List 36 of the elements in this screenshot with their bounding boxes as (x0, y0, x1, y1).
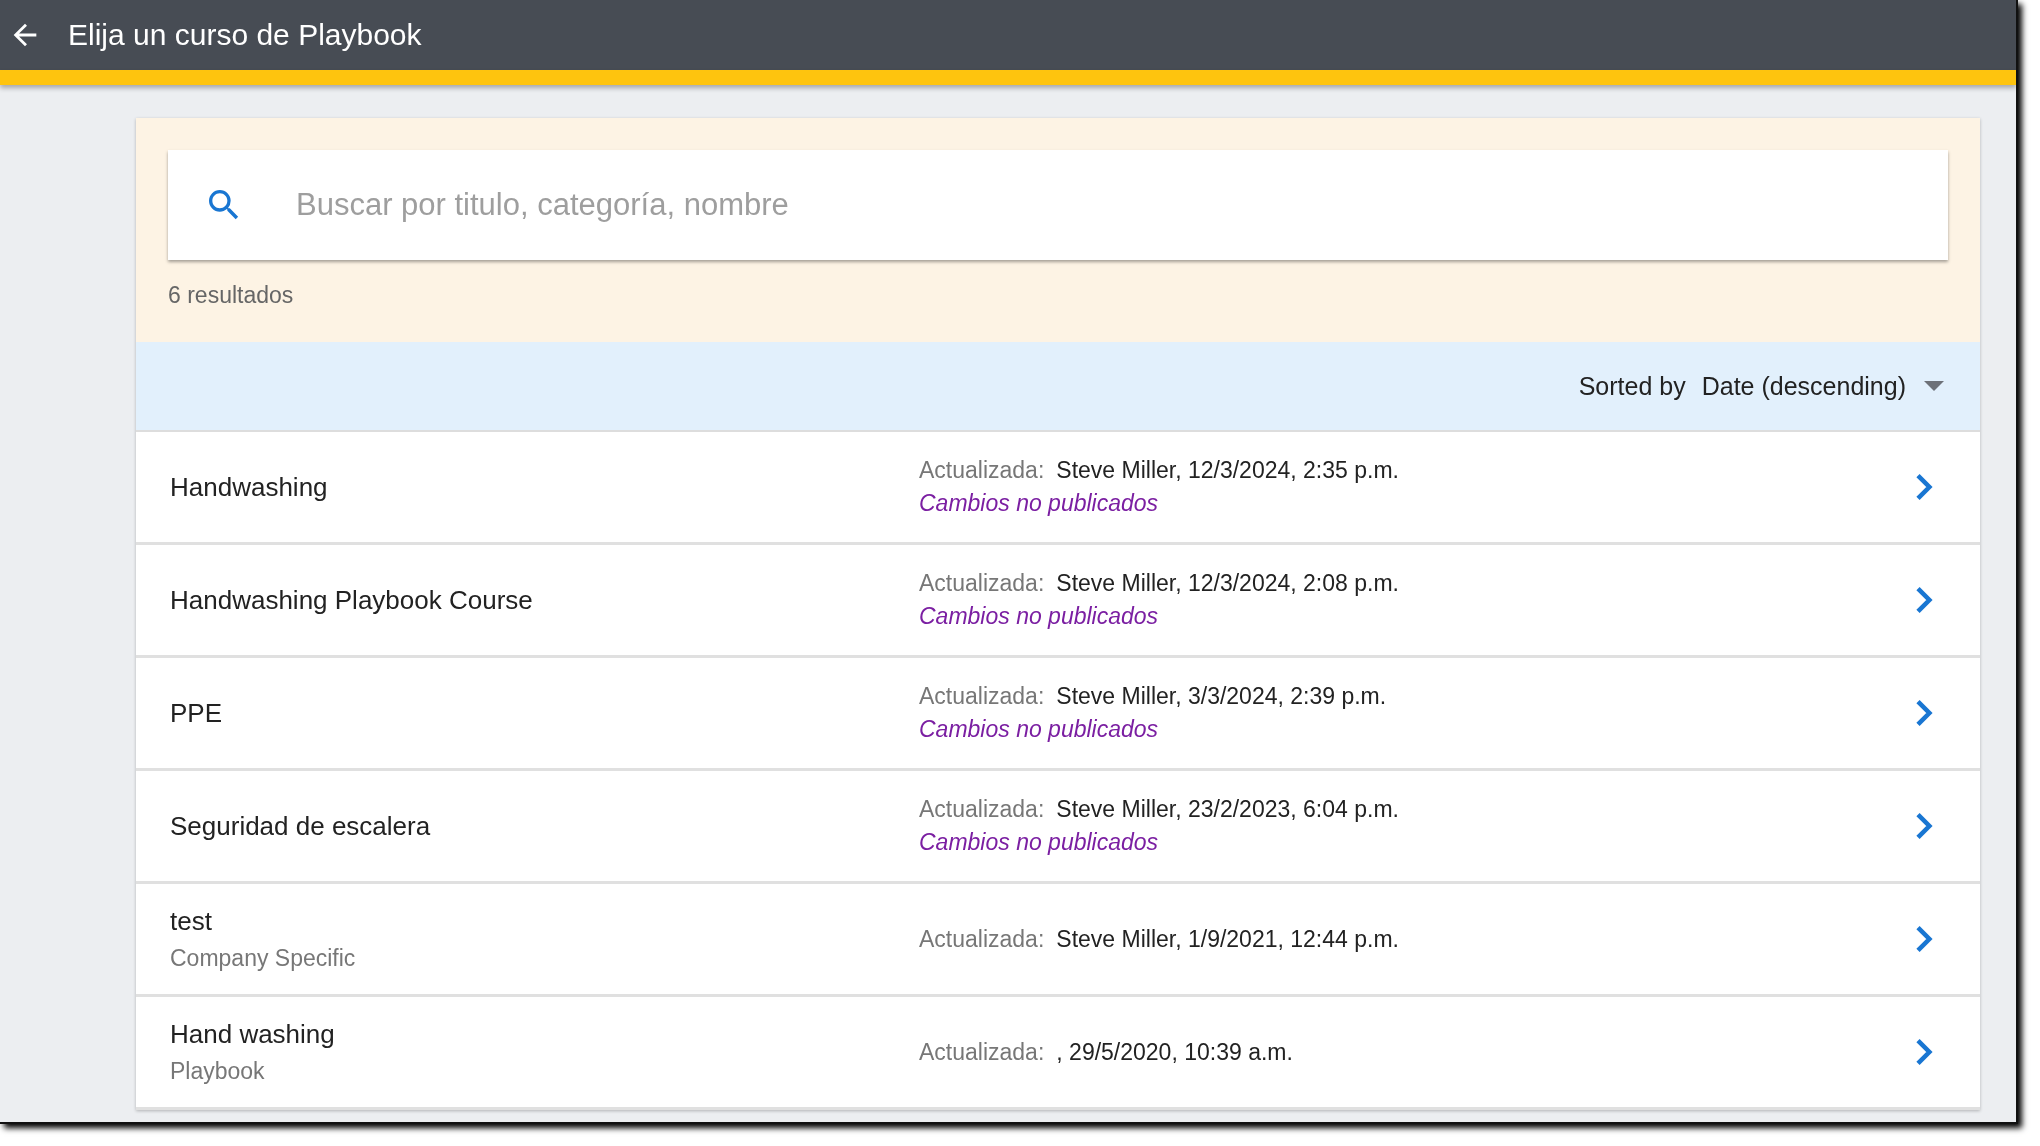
result-count: 6 resultados (168, 282, 294, 309)
unpublished-status: Cambios no publicados (919, 829, 1160, 856)
caret-icon (1924, 381, 1944, 391)
updated-label: Actualizada: (919, 683, 1045, 710)
updated-label: Actualizada: (919, 796, 1045, 823)
course-row[interactable]: Handwashing Playbook Course Actualizada: Steve Miller, 12/3/2024, 2:08 p.m. Cambios no publicados (136, 545, 1980, 658)
course-row[interactable]: PPE Actualizada: Steve Miller, 3/3/2024, 2:39 p.m. Cambios no publicados (136, 658, 1980, 771)
updated-label: Actualizada: (919, 925, 1045, 953)
course-row[interactable]: Handwashing Actualizada: Steve Miller, 12/3/2024, 2:35 p.m. Cambios no publicados (136, 432, 1980, 545)
search-field[interactable]: Buscar por titulo, categoría, nombre (168, 150, 1948, 260)
unpublished-status: Cambios no publicados (919, 716, 1160, 743)
updated-label: Actualizada: (919, 457, 1045, 484)
sort-dropdown[interactable]: Date (descending) (1701, 371, 1944, 401)
course-title: Handwashing (170, 471, 329, 503)
updated-info: Steve Miller, 12/3/2024, 2:35 p.m. (1056, 457, 1399, 484)
page-title: Elija un curso de Playbook (68, 18, 422, 52)
updated-label: Actualizada: (919, 1038, 1045, 1066)
updated-info: Steve Miller, 3/3/2024, 2:39 p.m. (1056, 683, 1387, 710)
course-title: test (170, 906, 213, 937)
updated-info: Steve Miller, 1/9/2021, 12:44 p.m. (1056, 925, 1399, 953)
course-row[interactable]: Hand washing Playbook Actualizada: , 29/5/2020, 10:39 a.m. (136, 997, 1980, 1110)
course-title: Handwashing Playbook Course (170, 584, 534, 616)
course-row[interactable]: Seguridad de escalera Actualizada: Steve Miller, 23/2/2023, 6:04 p.m. Cambios no publicados (136, 771, 1980, 884)
unpublished-status: Cambios no publicados (919, 490, 1160, 517)
updated-label: Actualizada: (919, 570, 1045, 597)
course-title: Seguridad de escalera (170, 810, 432, 842)
updated-info: Steve Miller, 23/2/2023, 6:04 p.m. (1056, 796, 1399, 823)
course-title: PPE (170, 697, 224, 729)
course-category: Playbook (170, 1058, 266, 1085)
unpublished-status: Cambios no publicados (919, 603, 1160, 630)
updated-info: Steve Miller, 12/3/2024, 2:08 p.m. (1056, 570, 1399, 597)
course-title: Hand washing (170, 1019, 336, 1050)
updated-info: , 29/5/2020, 10:39 a.m. (1056, 1038, 1293, 1066)
course-category: Company Specific (170, 945, 357, 972)
sort-label: Sorted by (1578, 371, 1686, 401)
course-row[interactable]: test Company Specific Actualizada: Steve Miller, 1/9/2021, 12:44 p.m. (136, 884, 1980, 997)
